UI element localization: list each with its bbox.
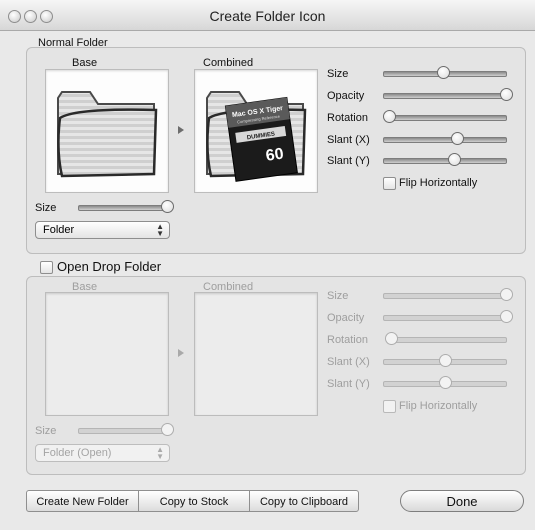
normal-size-slider-knob[interactable] xyxy=(436,66,450,79)
normal-slant-x-slider[interactable] xyxy=(383,132,507,145)
open-opacity-slider xyxy=(383,310,513,323)
normal-base-size-slider-knob[interactable] xyxy=(161,200,174,213)
open-slant-x-slider-knob xyxy=(439,354,452,367)
normal-combined-label: Combined xyxy=(203,57,254,69)
copy-to-stock-button[interactable]: Copy to Stock xyxy=(138,490,250,512)
window-title: Create Folder Icon xyxy=(209,8,326,24)
normal-opacity-label: Opacity xyxy=(327,90,365,102)
open-size-slider-knob xyxy=(500,288,513,301)
normal-rotation-slider-knob[interactable] xyxy=(383,110,396,123)
open-opacity-label: Opacity xyxy=(327,312,365,324)
open-slant-y-label: Slant (Y) xyxy=(327,378,370,390)
open-rotation-slider xyxy=(385,332,507,345)
open-size-slider xyxy=(383,288,513,301)
normal-slant-y-slider[interactable] xyxy=(383,153,507,166)
folder-icon xyxy=(57,91,158,178)
normal-opacity-slider-knob[interactable] xyxy=(500,88,513,101)
normal-base-well[interactable] xyxy=(45,69,169,193)
open-flip-horizontally-checkbox xyxy=(383,400,396,413)
open-size-label: Size xyxy=(327,290,349,302)
copy-to-clipboard-button[interactable]: Copy to Clipboard xyxy=(249,490,359,512)
open-rotation-slider-knob xyxy=(385,332,398,345)
open-opacity-slider-knob xyxy=(500,310,513,323)
svg-text:60: 60 xyxy=(265,145,285,164)
open-base-well xyxy=(45,292,169,416)
create-folder-icon-window: Create Folder Icon Normal Folder Base Co… xyxy=(0,0,535,530)
open-base-size-slider xyxy=(78,423,174,436)
combined-folder-icon: Mac OS X Tiger Compressing Reference DUM… xyxy=(206,91,307,182)
normal-size-slider[interactable] xyxy=(383,66,507,79)
normal-rotation-label: Rotation xyxy=(327,112,368,124)
normal-rotation-slider[interactable] xyxy=(383,110,507,123)
open-drop-folder-checkbox[interactable] xyxy=(40,261,53,274)
create-new-folder-button[interactable]: Create New Folder xyxy=(26,490,139,512)
open-drop-folder-label: Open Drop Folder xyxy=(57,259,162,274)
open-slant-y-slider xyxy=(383,376,507,389)
open-flip-horizontally-label: Flip Horizontally xyxy=(399,400,478,412)
normal-flip-horizontally-checkbox[interactable] xyxy=(383,177,396,190)
normal-base-type-value: Folder xyxy=(43,224,75,236)
combine-arrow-icon xyxy=(178,126,184,134)
open-base-size-label: Size xyxy=(35,425,57,437)
popup-arrows-icon: ▲ ▼ xyxy=(156,222,164,238)
open-slant-x-label: Slant (X) xyxy=(327,356,370,368)
book-cover-icon: Mac OS X Tiger Compressing Reference DUM… xyxy=(224,96,298,182)
normal-flip-horizontally-label: Flip Horizontally xyxy=(399,177,478,189)
open-base-type-popup: Folder (Open) ▲ ▼ xyxy=(35,444,170,462)
open-combined-well xyxy=(194,292,318,416)
normal-base-label: Base xyxy=(72,57,98,69)
open-combine-arrow-icon xyxy=(178,349,184,357)
done-button[interactable]: Done xyxy=(400,490,524,512)
normal-slant-y-slider-knob[interactable] xyxy=(447,153,461,166)
open-slant-y-slider-knob xyxy=(439,376,452,389)
title-bar: Create Folder Icon xyxy=(0,0,535,31)
open-base-type-value: Folder (Open) xyxy=(43,447,112,459)
normal-slant-y-label: Slant (Y) xyxy=(327,155,370,167)
normal-opacity-slider[interactable] xyxy=(383,88,513,101)
normal-combined-well: Mac OS X Tiger Compressing Reference DUM… xyxy=(194,69,318,193)
normal-base-size-label: Size xyxy=(35,202,57,214)
open-popup-arrows-icon: ▲ ▼ xyxy=(156,445,164,461)
open-slant-x-slider xyxy=(383,354,507,367)
normal-base-size-slider[interactable] xyxy=(78,200,174,213)
open-base-size-slider-knob xyxy=(161,423,174,436)
normal-size-label: Size xyxy=(327,68,349,80)
open-rotation-label: Rotation xyxy=(327,334,368,346)
normal-slant-x-label: Slant (X) xyxy=(327,134,370,146)
normal-base-type-popup[interactable]: Folder ▲ ▼ xyxy=(35,221,170,239)
